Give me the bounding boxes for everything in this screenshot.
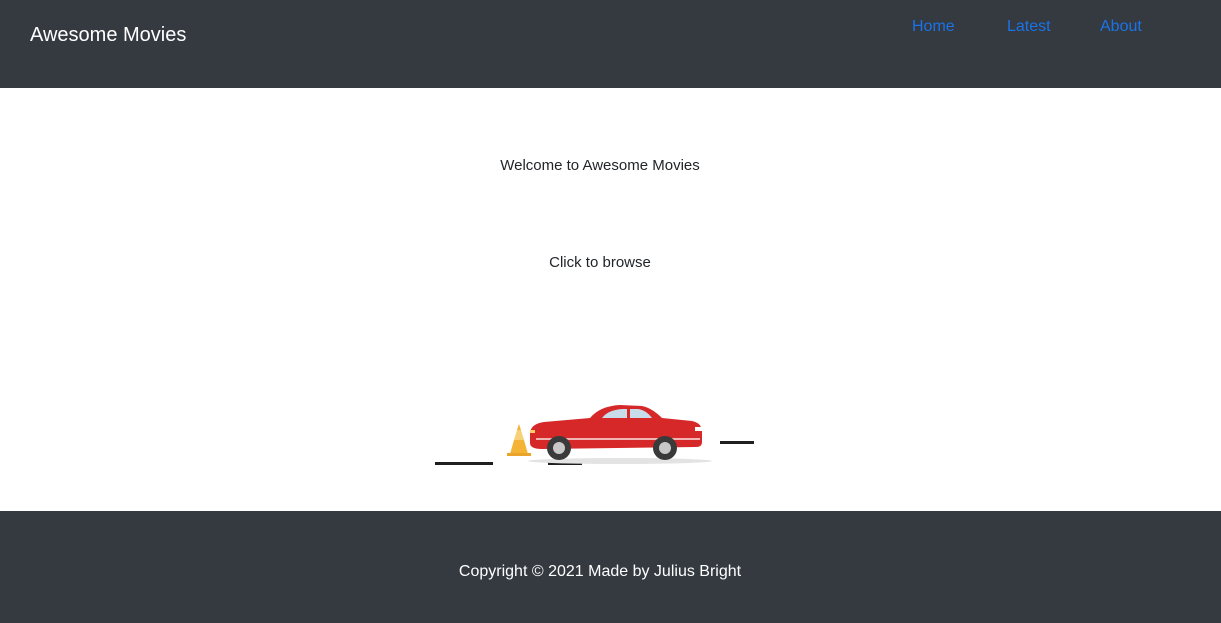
red-car-icon [530, 405, 702, 460]
car-illustration [430, 400, 760, 472]
speed-line-right [720, 441, 754, 444]
nav-links: Home Latest About [0, 16, 1221, 38]
speed-line-left [435, 462, 493, 465]
nav-home-link[interactable]: Home [912, 16, 955, 38]
welcome-text: Welcome to Awesome Movies [500, 157, 700, 174]
main-content: Welcome to Awesome Movies Click to brows… [0, 88, 1221, 511]
nav-latest-link[interactable]: Latest [1007, 16, 1051, 38]
nav-about-link[interactable]: About [1100, 16, 1142, 38]
copyright-text: Copyright © 2021 Made by Julius Bright [458, 563, 742, 580]
top-navbar: Awesome Movies Home Latest About [0, 0, 1221, 88]
footer: Copyright © 2021 Made by Julius Bright [0, 511, 1221, 623]
browse-link[interactable]: Click to browse [0, 253, 1200, 273]
traffic-cone-icon [507, 424, 531, 456]
